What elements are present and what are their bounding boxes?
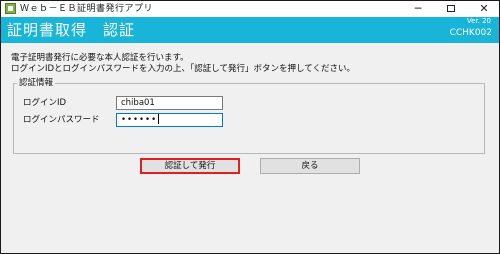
password-label: ログインパスワード <box>23 115 100 125</box>
text-caret <box>158 113 160 124</box>
screen-id-label: CCHK002 <box>449 28 492 38</box>
login-id-label: ログインID <box>23 98 67 108</box>
window-title: Ｗｅｂ－ＥＢ証明書発行アプリ <box>20 4 154 14</box>
back-button[interactable]: 戻る <box>260 158 360 174</box>
instruction-line-1: 電子証明書発行に必要な本人認証を行います。 <box>11 53 189 63</box>
auth-info-legend: 認証情報 <box>17 78 56 88</box>
app-icon <box>5 3 16 14</box>
minimize-button[interactable]: ─ <box>404 1 432 17</box>
password-input[interactable]: •••••• <box>116 113 223 127</box>
version-label: Ver. 20 <box>466 17 491 25</box>
close-button[interactable]: ✕ <box>470 1 498 17</box>
page-title: 証明書取得 認証 <box>7 21 136 39</box>
instruction-line-2: ログインIDとログインパスワードを入力の上、「認証して発行」ボタンを押してくださ… <box>11 64 356 74</box>
login-id-value: chiba01 <box>121 98 155 108</box>
password-masked-value: •••••• <box>121 115 158 125</box>
maximize-button[interactable] <box>437 1 465 17</box>
login-id-input[interactable]: chiba01 <box>116 96 223 110</box>
title-bar: Ｗｅｂ－ＥＢ証明書発行アプリ ─ ✕ <box>1 1 499 17</box>
screen-header: 証明書取得 認証 Ver. 20 CCHK002 <box>1 17 499 43</box>
authenticate-and-issue-button[interactable]: 認証して発行 <box>140 158 240 174</box>
app-window: Ｗｅｂ－ＥＢ証明書発行アプリ ─ ✕ 証明書取得 認証 Ver. 20 CCHK… <box>0 0 500 254</box>
maximize-icon <box>447 4 455 12</box>
